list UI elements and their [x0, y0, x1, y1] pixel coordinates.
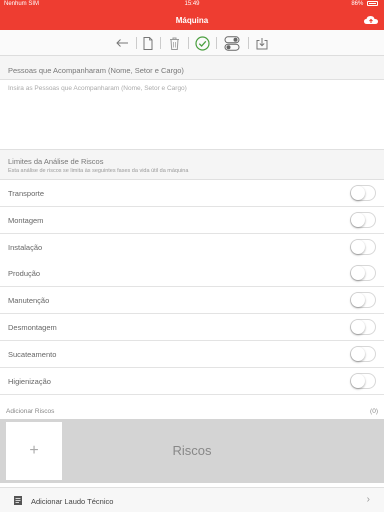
- toggle-knob: [351, 293, 365, 308]
- phase-toggle[interactable]: [350, 292, 376, 309]
- phase-label: Montagem: [8, 215, 44, 225]
- phase-label: Produção: [8, 269, 41, 279]
- phase-row: Produção: [0, 260, 384, 288]
- phase-label: Transporte: [8, 189, 44, 198]
- page-title: Máquina: [175, 16, 209, 25]
- phase-row: Sucateamento: [0, 340, 384, 368]
- toggle-knob: [351, 373, 365, 388]
- phase-label: Desmontagem: [8, 323, 57, 332]
- phase-toggle[interactable]: [350, 319, 376, 335]
- phase-toggle[interactable]: [350, 372, 376, 389]
- arrow-left-icon[interactable]: [114, 35, 130, 51]
- phase-toggle[interactable]: [350, 185, 376, 201]
- add-laudo-row[interactable]: Adicionar Laudo Técnico ›: [0, 487, 384, 512]
- phase-row: Higienização: [0, 367, 384, 395]
- toggle-knob: [351, 320, 365, 334]
- toggles-icon[interactable]: [224, 35, 240, 51]
- download-icon[interactable]: [254, 35, 270, 51]
- phase-toggle[interactable]: [350, 238, 376, 255]
- limits-section-header: Limites da Análise de Riscos Esta anális…: [0, 150, 384, 180]
- phase-row: Desmontagem: [0, 314, 384, 341]
- phase-label: Instalação: [8, 242, 43, 252]
- battery-percent: 86%: [351, 1, 364, 7]
- limits-section-title: Limites da Análise de Riscos: [8, 157, 104, 166]
- add-laudo-label: Adicionar Laudo Técnico: [31, 497, 114, 506]
- toolbar-divider: [188, 37, 189, 49]
- phase-row: Manutenção: [0, 287, 384, 315]
- toolbar-divider: [216, 37, 217, 49]
- cloud-upload-icon[interactable]: [363, 14, 379, 26]
- app-header: Nenhum SIM 15:49 86% Máquina: [0, 0, 384, 30]
- add-risk-button[interactable]: +: [6, 422, 62, 480]
- toggle-knob: [351, 212, 365, 227]
- add-risks-header: Adicionar Riscos (0): [0, 405, 384, 419]
- toggle-knob: [351, 346, 365, 361]
- plus-icon: +: [29, 442, 39, 459]
- toolbar-divider: [136, 37, 137, 49]
- phase-label: Higienização: [8, 376, 51, 386]
- people-section-header: Pessoas que Acompanharam (Nome, Setor e …: [0, 56, 384, 80]
- status-bar: Nenhum SIM 15:49 86%: [0, 0, 384, 10]
- risks-count: (0): [370, 408, 378, 415]
- people-input[interactable]: [0, 80, 384, 150]
- chevron-right-icon: ›: [366, 494, 370, 505]
- phase-toggle[interactable]: [350, 211, 376, 228]
- toolbar-divider: [160, 37, 161, 49]
- status-time: 15:49: [184, 1, 200, 7]
- trash-icon[interactable]: [166, 35, 182, 51]
- phase-toggle[interactable]: [350, 345, 376, 362]
- checkmark-icon[interactable]: [194, 35, 210, 51]
- status-battery: 86%: [351, 1, 378, 7]
- phase-label: Sucateamento: [8, 349, 57, 359]
- risks-label: Riscos: [172, 443, 212, 458]
- phase-label: Manutenção: [8, 296, 50, 306]
- phase-row: Instalação: [0, 233, 384, 261]
- phase-toggle[interactable]: [350, 265, 376, 282]
- toggle-knob: [351, 239, 365, 254]
- toggle-knob: [351, 186, 365, 200]
- add-risks-label: Adicionar Riscos: [6, 408, 55, 415]
- limits-section-subtitle: Esta análise de riscos se limita às segu…: [8, 168, 189, 174]
- battery-icon: [367, 1, 378, 6]
- toolbar: [0, 30, 384, 56]
- document-icon[interactable]: [140, 35, 156, 51]
- toolbar-divider: [248, 37, 249, 49]
- phase-row: Montagem: [0, 206, 384, 234]
- people-section-title: Pessoas que Acompanharam (Nome, Setor e …: [8, 66, 184, 75]
- toggle-knob: [351, 266, 365, 281]
- risks-area: + Riscos: [0, 419, 384, 483]
- report-icon: [14, 496, 22, 505]
- phase-row: Transporte: [0, 180, 384, 207]
